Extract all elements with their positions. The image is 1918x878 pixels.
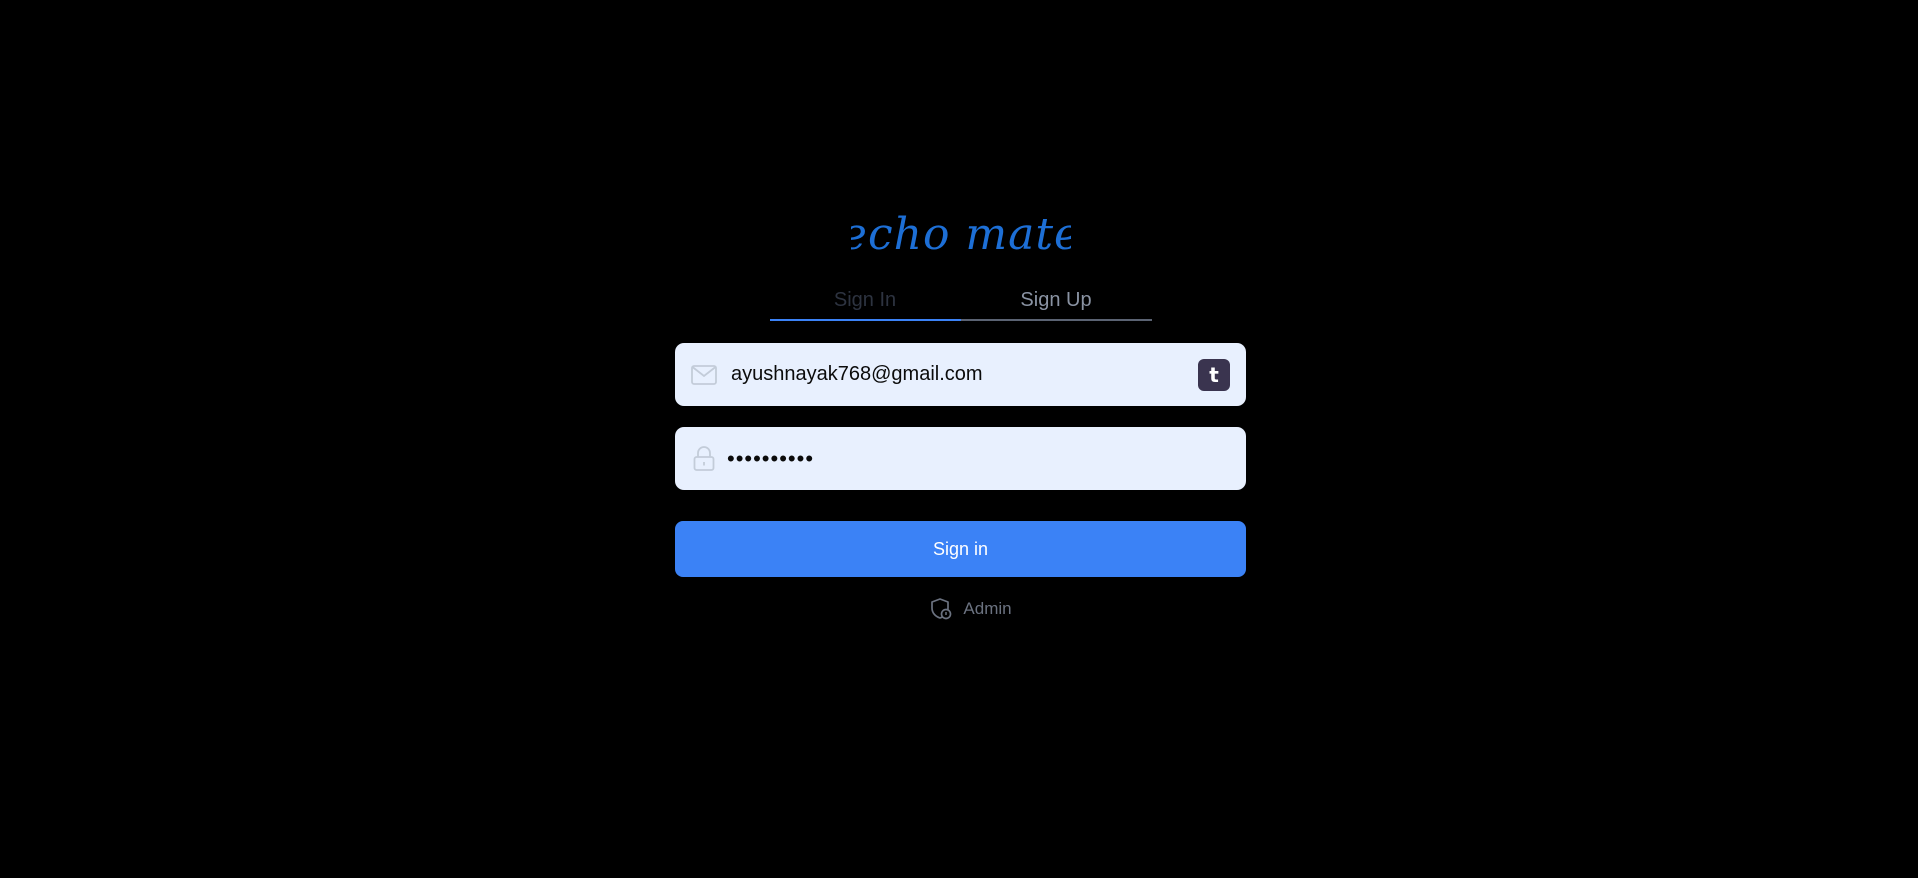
password-input[interactable] [727, 445, 1246, 472]
lock-icon [690, 445, 718, 473]
brand-logo-text: echo mate [851, 209, 1071, 260]
password-field [675, 427, 1246, 490]
email-field: t [675, 343, 1246, 406]
auth-panel: echo mate Sign In Sign Up t [675, 205, 1246, 621]
mail-icon [690, 361, 718, 389]
brand-logo: echo mate [851, 209, 1071, 260]
shield-admin-icon [929, 597, 953, 621]
tab-sign-up[interactable]: Sign Up [961, 283, 1152, 339]
auth-tabs: Sign In Sign Up [769, 283, 1152, 339]
email-input[interactable] [731, 363, 1198, 386]
password-manager-extension-icon[interactable]: t [1198, 358, 1230, 391]
tab-sign-in[interactable]: Sign In [770, 283, 961, 339]
admin-link[interactable]: Admin [695, 597, 1246, 621]
active-tab-indicator [769, 319, 961, 321]
admin-link-label: Admin [963, 599, 1012, 618]
login-page: echo mate Sign In Sign Up t [0, 0, 1918, 878]
sign-in-button[interactable]: Sign in [675, 521, 1246, 577]
